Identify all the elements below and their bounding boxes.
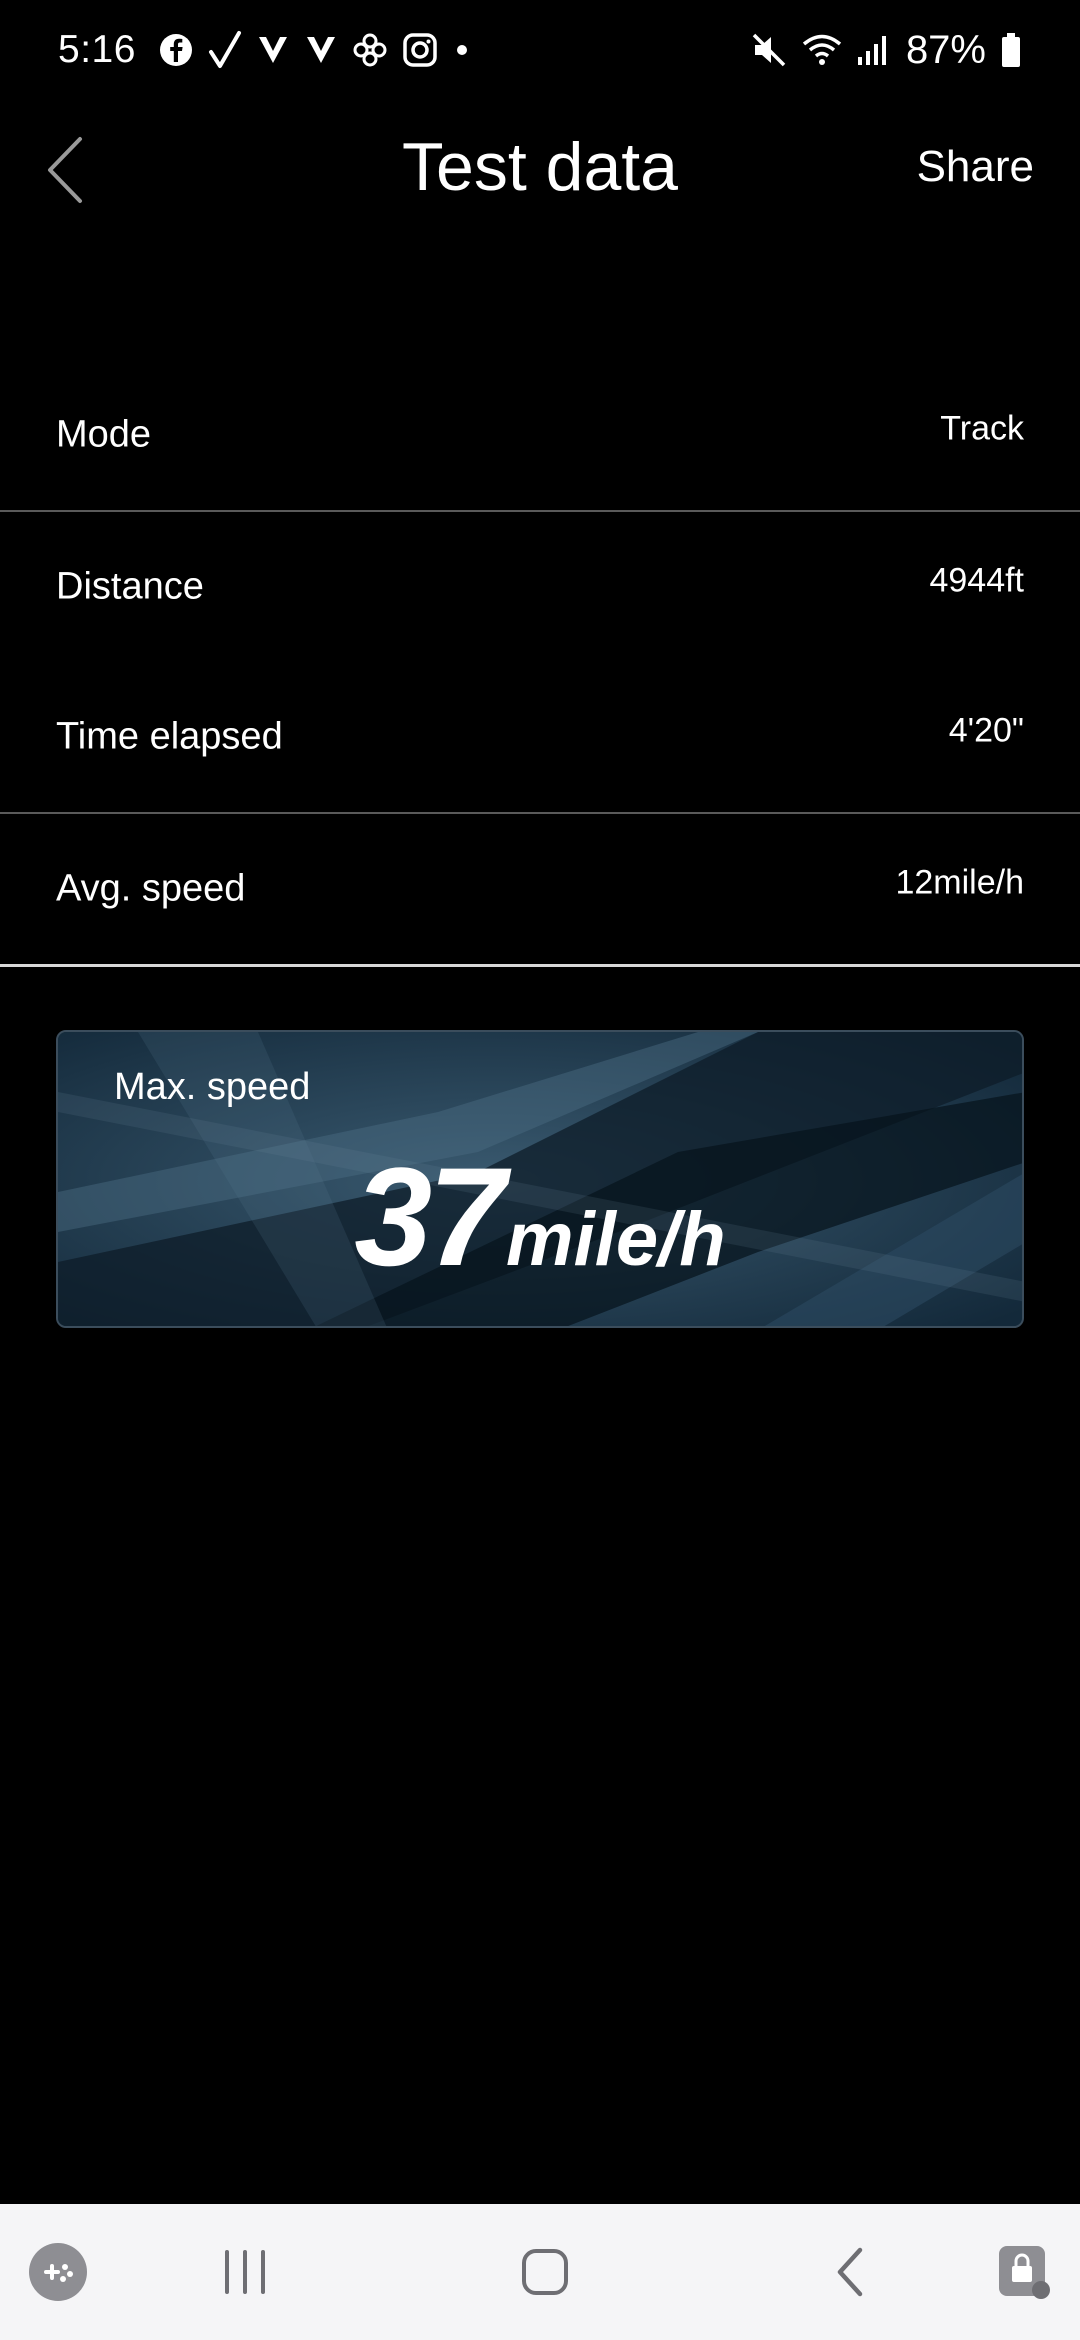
game-launcher-icon xyxy=(29,2243,87,2301)
home-icon xyxy=(522,2249,568,2295)
row-label: Mode xyxy=(56,413,152,456)
row-distance: Distance 4944ft xyxy=(0,512,1080,662)
battery-icon xyxy=(1000,28,1022,72)
row-value: 12mile/h xyxy=(895,863,1024,902)
home-button[interactable] xyxy=(500,2204,590,2340)
status-right: 87% xyxy=(750,28,1022,73)
row-mode: Mode Track xyxy=(0,360,1080,510)
game-launcher-button[interactable] xyxy=(20,2204,96,2340)
screen-lock-button[interactable] xyxy=(985,2204,1065,2340)
max-speed-number: 37 xyxy=(354,1138,506,1295)
max-speed-card: Max. speed 37mile/h xyxy=(56,1030,1024,1328)
status-bar: 5:16 87% xyxy=(0,0,1080,100)
row-time-elapsed: Time elapsed 4'20" xyxy=(0,662,1080,812)
share-button[interactable]: Share xyxy=(917,142,1034,192)
divider xyxy=(0,964,1080,967)
screen: 5:16 87% Test data Share Mode Track Dist… xyxy=(0,0,1080,2340)
recent-apps-button[interactable] xyxy=(200,2204,290,2340)
nav-back-button[interactable] xyxy=(805,2204,895,2340)
dot-icon xyxy=(452,28,472,72)
max-speed-unit: mile/h xyxy=(506,1197,726,1282)
row-avg-speed: Avg. speed 12mile/h xyxy=(0,814,1080,964)
recent-apps-icon xyxy=(225,2250,265,2294)
mute-icon xyxy=(750,28,788,72)
max-speed-label: Max. speed xyxy=(114,1066,311,1108)
check-icon xyxy=(208,28,242,72)
row-label: Time elapsed xyxy=(56,715,283,758)
row-label: Avg. speed xyxy=(56,867,246,910)
v-icon xyxy=(256,28,290,72)
max-speed-value: 37mile/h xyxy=(58,1136,1022,1298)
row-label: Distance xyxy=(56,565,204,608)
instagram-icon xyxy=(402,28,438,72)
system-nav-bar xyxy=(0,2204,1080,2340)
status-left: 5:16 xyxy=(58,28,472,72)
screen-lock-icon xyxy=(999,2246,1050,2299)
pinwheel-icon xyxy=(352,28,388,72)
row-value: Track xyxy=(940,409,1024,448)
v-icon xyxy=(304,28,338,72)
back-icon xyxy=(837,2247,863,2297)
battery-percent: 87% xyxy=(905,27,986,72)
status-time: 5:16 xyxy=(58,28,136,71)
app-header: Test data Share xyxy=(0,110,1080,230)
signal-icon xyxy=(856,28,892,72)
row-value: 4'20" xyxy=(948,711,1024,750)
row-value: 4944ft xyxy=(929,561,1024,600)
test-data-list: Mode Track Distance 4944ft Time elapsed … xyxy=(0,360,1080,967)
wifi-icon xyxy=(802,28,842,72)
facebook-icon xyxy=(158,28,194,72)
